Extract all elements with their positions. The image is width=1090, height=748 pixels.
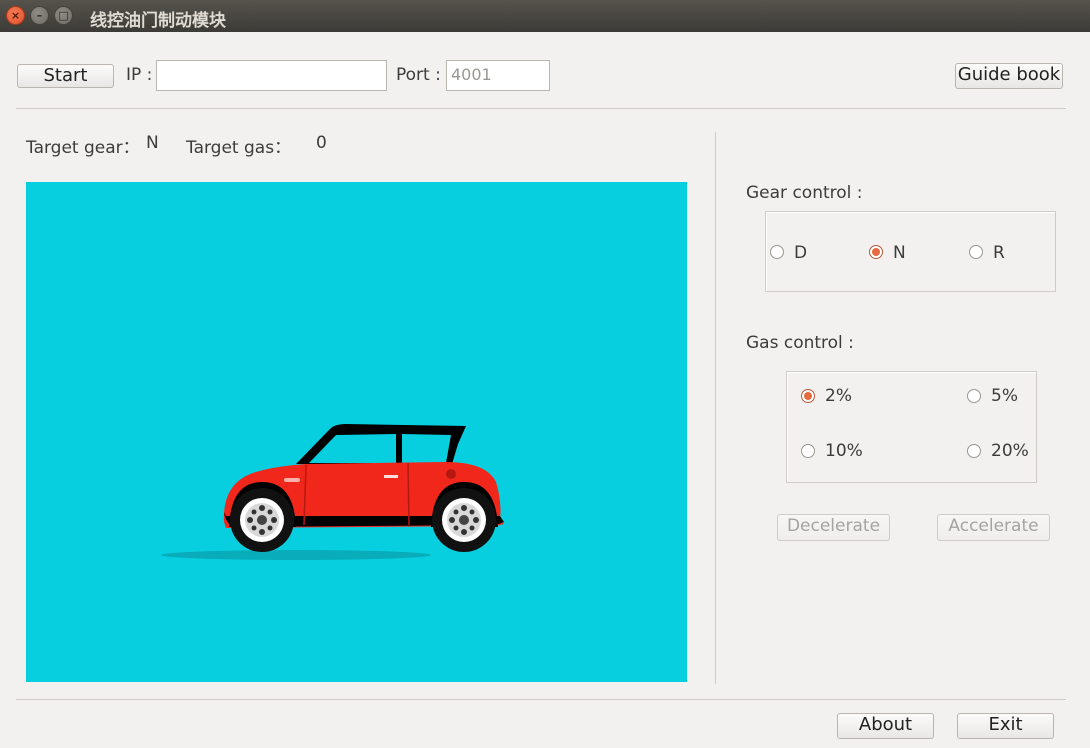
- target-gear-label: Target gear：: [26, 138, 140, 158]
- title-bar: × – □ 线控油门制动模块: [0, 0, 1090, 32]
- port-input[interactable]: 4001: [446, 60, 550, 91]
- start-button[interactable]: Start: [17, 64, 114, 88]
- minimize-window-button[interactable]: –: [30, 6, 49, 25]
- window-title: 线控油门制动模块: [90, 11, 226, 31]
- gas-5-radio[interactable]: [967, 389, 981, 403]
- ip-label: IP :: [126, 65, 153, 85]
- gear-d-label[interactable]: D: [794, 243, 807, 263]
- gas-control-group: 2% 5% 10% 20%: [786, 371, 1037, 483]
- car-display-canvas: [26, 182, 687, 682]
- target-gas-label: Target gas：: [186, 138, 292, 158]
- gas-10-label[interactable]: 10%: [825, 441, 863, 461]
- gear-r-radio[interactable]: [969, 245, 983, 259]
- maximize-window-button[interactable]: □: [54, 6, 73, 25]
- gas-20-label[interactable]: 20%: [991, 441, 1029, 461]
- target-gear-value: N: [146, 133, 159, 153]
- gas-20-radio[interactable]: [967, 444, 981, 458]
- port-label: Port :: [396, 65, 441, 85]
- gear-r-label[interactable]: R: [993, 243, 1005, 263]
- guide-book-button[interactable]: Guide book: [955, 63, 1063, 89]
- gas-5-label[interactable]: 5%: [991, 386, 1018, 406]
- gear-n-label[interactable]: N: [893, 243, 906, 263]
- gas-control-label: Gas control :: [746, 333, 854, 353]
- gear-control-label: Gear control :: [746, 183, 863, 203]
- top-divider: [16, 108, 1066, 109]
- decelerate-button[interactable]: Decelerate: [777, 514, 890, 541]
- car-illustration: [161, 424, 504, 560]
- gas-2-label[interactable]: 2%: [825, 386, 852, 406]
- gear-n-radio[interactable]: [869, 245, 883, 259]
- bottom-divider: [16, 699, 1066, 700]
- accelerate-button[interactable]: Accelerate: [937, 514, 1050, 541]
- about-button[interactable]: About: [837, 713, 934, 739]
- close-window-button[interactable]: ×: [6, 6, 25, 25]
- ip-input[interactable]: [156, 60, 387, 91]
- gear-d-radio[interactable]: [770, 245, 784, 259]
- gas-10-radio[interactable]: [801, 444, 815, 458]
- exit-button[interactable]: Exit: [957, 713, 1054, 739]
- gear-control-group: D N R: [765, 211, 1056, 292]
- gas-2-radio[interactable]: [801, 389, 815, 403]
- panel-divider: [715, 132, 716, 684]
- target-gas-value: 0: [316, 133, 327, 153]
